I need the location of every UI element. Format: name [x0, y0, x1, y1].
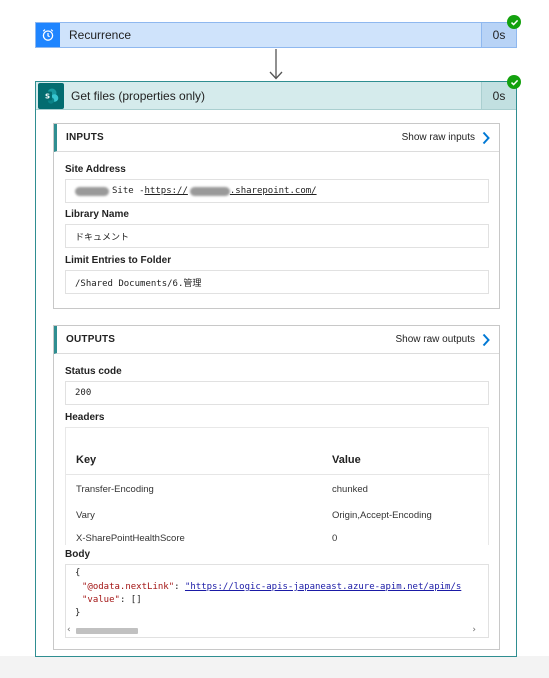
headers-label: Headers — [65, 412, 105, 423]
json-key: "value" — [82, 595, 120, 605]
horizontal-scrollbar[interactable]: ‹ › — [66, 625, 488, 637]
limit-folder-label: Limit Entries to Folder — [65, 255, 172, 266]
show-raw-inputs-button[interactable]: Show raw inputs — [402, 131, 491, 145]
scrollbar-thumb[interactable] — [76, 628, 138, 634]
status-code-label: Status code — [65, 366, 122, 377]
site-address-url-end[interactable]: .sharepoint.com/ — [230, 186, 317, 196]
library-name-field: ドキュメント — [65, 224, 489, 248]
get-files-title: Get files (properties only) — [71, 88, 206, 103]
json-line-nextlink: "@odata.nextLink": "https://logic-apis-j… — [82, 582, 461, 592]
outputs-title: OUTPUTS — [66, 334, 116, 345]
table-row: X-SharePointHealthScore 0 — [66, 527, 490, 549]
connector-arrow-icon — [269, 49, 283, 80]
header-key: X-SharePointHealthScore — [76, 532, 185, 544]
success-check-icon — [507, 75, 521, 89]
site-address-prefix: Site - — [112, 186, 145, 196]
alarm-clock-icon — [36, 23, 60, 47]
json-link[interactable]: "https://logic-apis-japaneast.azure-apim… — [185, 582, 461, 592]
header-key: Vary — [76, 509, 95, 521]
show-raw-outputs-label: Show raw outputs — [395, 334, 476, 345]
get-files-card: S Get files (properties only) 0s INPUTS … — [35, 81, 517, 657]
body-json-viewer[interactable]: { "@odata.nextLink": "https://logic-apis… — [65, 564, 489, 638]
site-address-field: Site - https:// .sharepoint.com/ — [65, 179, 489, 203]
body-label: Body — [65, 549, 90, 560]
redacted-mark — [189, 186, 230, 196]
chevron-right-icon — [482, 333, 490, 346]
headers-table-head: Key Value — [66, 445, 490, 475]
outputs-panel: OUTPUTS Show raw outputs Status code 200… — [53, 325, 500, 650]
outputs-header: OUTPUTS Show raw outputs — [54, 326, 499, 354]
canvas-bottom-band — [0, 656, 549, 678]
headers-key-column: Key — [76, 453, 97, 466]
show-raw-outputs-button[interactable]: Show raw outputs — [396, 333, 492, 347]
inputs-panel: INPUTS Show raw inputs Site Address Site… — [53, 123, 500, 309]
json-separator: : — [174, 582, 185, 592]
limit-folder-field: /Shared Documents/6.管理 — [65, 270, 489, 294]
chevron-right-icon — [482, 131, 490, 144]
svg-text:S: S — [45, 92, 50, 100]
json-line-value: "value": [] — [82, 595, 142, 605]
recurrence-card[interactable]: Recurrence 0s — [35, 22, 517, 48]
scroll-right-icon[interactable]: › — [472, 625, 476, 635]
header-value: Origin,Accept-Encoding — [332, 509, 432, 521]
json-close-brace: } — [75, 608, 81, 618]
headers-value-column: Value — [332, 453, 361, 466]
sharepoint-icon: S — [38, 82, 64, 109]
get-files-header[interactable]: S Get files (properties only) 0s — [36, 82, 516, 110]
site-address-label: Site Address — [65, 164, 126, 175]
table-row: Transfer-Encoding chunked — [66, 476, 490, 502]
success-check-icon — [507, 15, 521, 29]
header-value: 0 — [332, 532, 338, 544]
json-key: "@odata.nextLink" — [82, 582, 175, 592]
redacted-mark — [75, 186, 109, 196]
inputs-title: INPUTS — [66, 132, 104, 143]
inputs-header: INPUTS Show raw inputs — [54, 124, 499, 152]
json-open-brace: { — [75, 568, 81, 578]
header-value: chunked — [332, 483, 368, 495]
status-code-field: 200 — [65, 381, 489, 405]
table-row: Vary Origin,Accept-Encoding — [66, 502, 490, 528]
recurrence-title: Recurrence — [69, 28, 132, 42]
show-raw-inputs-label: Show raw inputs — [401, 132, 475, 143]
json-value: : [] — [119, 595, 142, 605]
library-name-label: Library Name — [65, 209, 129, 220]
scroll-left-icon[interactable]: ‹ — [67, 625, 71, 635]
header-key: Transfer-Encoding — [76, 483, 154, 495]
site-address-url-start[interactable]: https:// — [145, 186, 188, 196]
headers-table: Key Value Transfer-Encoding chunked Vary… — [65, 427, 490, 545]
